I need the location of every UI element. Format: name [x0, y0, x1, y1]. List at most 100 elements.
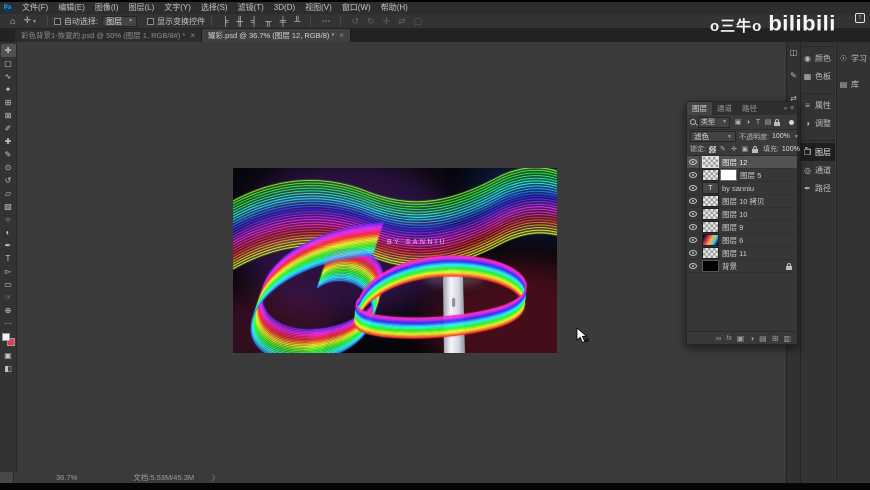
- menu-item-8[interactable]: 3D(D): [269, 2, 300, 14]
- panel-collapse-icon[interactable]: »: [784, 105, 788, 112]
- new-group-icon[interactable]: ▤: [759, 332, 767, 345]
- type-tool[interactable]: T: [1, 252, 16, 265]
- align-bottom-icon[interactable]: ╨: [290, 14, 304, 28]
- zoom-tool[interactable]: ⊕: [1, 304, 16, 317]
- layer-thumbnail[interactable]: [702, 247, 719, 259]
- document-tab-1[interactable]: 彩色背景1-恢复的.psd @ 50% (图层 1, RGB/8#) * ×: [15, 29, 202, 42]
- layer-thumbnail[interactable]: [702, 169, 719, 181]
- align-right-icon[interactable]: ╡: [247, 14, 261, 28]
- opacity-value[interactable]: 100%: [772, 133, 790, 140]
- layer-row-7[interactable]: 图层 6: [687, 234, 797, 247]
- lock-transparent-icon[interactable]: [708, 145, 716, 153]
- visibility-toggle[interactable]: [687, 208, 700, 220]
- zoom-level-field[interactable]: 36.7%: [56, 473, 77, 482]
- dock-panel-颜色[interactable]: ◉ 颜色: [801, 49, 835, 67]
- options-more-icon[interactable]: ⋯: [317, 14, 334, 28]
- link-layers-icon[interactable]: ∞: [716, 332, 722, 345]
- add-mask-icon[interactable]: ▣: [737, 332, 745, 345]
- layer-style-icon[interactable]: fx: [726, 332, 731, 345]
- status-expand-icon[interactable]: 〉: [212, 473, 219, 483]
- 3d-slide-icon[interactable]: ⇄: [394, 14, 410, 28]
- adjustment-layer-icon[interactable]: ◑: [749, 332, 754, 345]
- layer-thumbnail[interactable]: [702, 156, 719, 168]
- layer-row-6[interactable]: 图层 9: [687, 221, 797, 234]
- collapsed-panel-icon-2[interactable]: ✎: [790, 71, 797, 80]
- filter-type-layers-icon[interactable]: T: [754, 119, 762, 126]
- auto-select-checkbox[interactable]: [53, 17, 61, 25]
- quick-mask-icon[interactable]: ▣: [1, 349, 16, 362]
- menu-item-5[interactable]: 文字(Y): [159, 2, 196, 14]
- document-artwork[interactable]: BY SANNIU: [233, 168, 557, 353]
- layer-mask-thumbnail[interactable]: [720, 169, 737, 181]
- layer-thumbnail[interactable]: [702, 221, 719, 233]
- tab-close-icon[interactable]: ×: [339, 31, 344, 40]
- lock-artboard-icon[interactable]: ▣: [741, 145, 749, 153]
- layer-thumbnail[interactable]: [702, 234, 719, 246]
- visibility-toggle[interactable]: [687, 234, 700, 246]
- new-layer-icon[interactable]: ⊞: [772, 332, 779, 345]
- 3d-rotate-icon[interactable]: ↺: [347, 14, 363, 28]
- eyedropper-tool[interactable]: ✐: [1, 122, 16, 135]
- 3d-roll-icon[interactable]: ↻: [363, 14, 379, 28]
- visibility-toggle[interactable]: [687, 156, 700, 168]
- document-tab-2[interactable]: 耀彩.psd @ 36.7% (图层 12, RGB/8) * ×: [202, 29, 352, 42]
- path-select-tool[interactable]: ▻: [1, 265, 16, 278]
- align-left-icon[interactable]: ╞: [218, 14, 232, 28]
- filter-smart-objects-icon[interactable]: [774, 118, 780, 126]
- crop-tool[interactable]: ⊞: [1, 96, 16, 109]
- visibility-toggle[interactable]: [687, 221, 700, 233]
- filter-toggle-icon[interactable]: [789, 119, 794, 125]
- fill-caret-icon[interactable]: ▼: [804, 146, 809, 152]
- pen-tool[interactable]: ✒: [1, 239, 16, 252]
- home-icon[interactable]: ⌂: [6, 14, 19, 28]
- menu-item-6[interactable]: 选择(S): [196, 2, 233, 14]
- visibility-toggle[interactable]: [687, 195, 700, 207]
- align-center-icon[interactable]: ╫: [233, 14, 247, 28]
- 3d-drag-icon[interactable]: ✛: [379, 14, 395, 28]
- dock-panel-色板[interactable]: ▦ 色板: [801, 67, 835, 85]
- visibility-toggle[interactable]: [687, 169, 700, 181]
- layer-thumbnail[interactable]: [702, 208, 719, 220]
- move-tool-preset-icon[interactable]: ✛▼: [19, 13, 41, 29]
- far-panel-库[interactable]: ▤ 库: [837, 76, 870, 92]
- screen-mode-icon[interactable]: ◧: [1, 362, 16, 375]
- menu-item-4[interactable]: 图层(L): [123, 2, 159, 14]
- history-brush-tool[interactable]: ↺: [1, 174, 16, 187]
- clone-stamp-tool[interactable]: ⊙: [1, 161, 16, 174]
- shape-tool[interactable]: ▭: [1, 278, 16, 291]
- brush-tool[interactable]: ✎: [1, 148, 16, 161]
- align-middle-icon[interactable]: ╪: [276, 14, 290, 28]
- dock-panel-调整[interactable]: ◑ 调整: [801, 114, 835, 132]
- filter-adjustment-layers-icon[interactable]: ◑: [744, 119, 752, 126]
- eraser-tool[interactable]: ▱: [1, 187, 16, 200]
- lock-all-icon[interactable]: [751, 145, 758, 153]
- toolbar-more[interactable]: ⋯: [1, 317, 16, 330]
- layer-thumbnail[interactable]: [702, 260, 719, 272]
- opacity-caret-icon[interactable]: ▼: [794, 134, 799, 140]
- layer-row-1[interactable]: 图层 12: [687, 156, 797, 169]
- auto-select-dropdown[interactable]: 图层 ▼: [102, 15, 138, 27]
- layer-row-8[interactable]: 图层 11: [687, 247, 797, 260]
- layer-row-3[interactable]: Tby sanniu: [687, 182, 797, 195]
- menu-item-10[interactable]: 窗口(W): [337, 2, 376, 14]
- layers-panel-tab-路径[interactable]: 路径: [737, 102, 762, 115]
- filter-shape-layers-icon[interactable]: ▤: [764, 118, 772, 126]
- dock-panel-路径[interactable]: ✒ 路径: [801, 179, 835, 197]
- marquee-tool[interactable]: ▢: [1, 57, 16, 70]
- canvas-area[interactable]: BY SANNIU: [17, 42, 786, 472]
- menu-item-2[interactable]: 编辑(E): [53, 2, 90, 14]
- magic-wand-tool[interactable]: ✦: [1, 83, 16, 96]
- blend-mode-dropdown[interactable]: 滤色 ▼: [690, 131, 736, 142]
- layer-thumbnail[interactable]: [702, 195, 719, 207]
- filter-pixel-layers-icon[interactable]: ▣: [734, 118, 742, 126]
- healing-brush-tool[interactable]: ✚: [1, 135, 16, 148]
- align-top-icon[interactable]: ╥: [261, 14, 275, 28]
- blur-tool[interactable]: ○: [1, 213, 16, 226]
- lock-pixels-icon[interactable]: ✎: [719, 145, 727, 153]
- lock-position-icon[interactable]: ✛: [730, 145, 738, 153]
- visibility-toggle[interactable]: [687, 247, 700, 259]
- visibility-toggle[interactable]: [687, 182, 700, 194]
- visibility-toggle[interactable]: [687, 260, 700, 272]
- far-panel-学习[interactable]: ☉ 学习: [837, 50, 870, 66]
- frame-tool[interactable]: ⊠: [1, 109, 16, 122]
